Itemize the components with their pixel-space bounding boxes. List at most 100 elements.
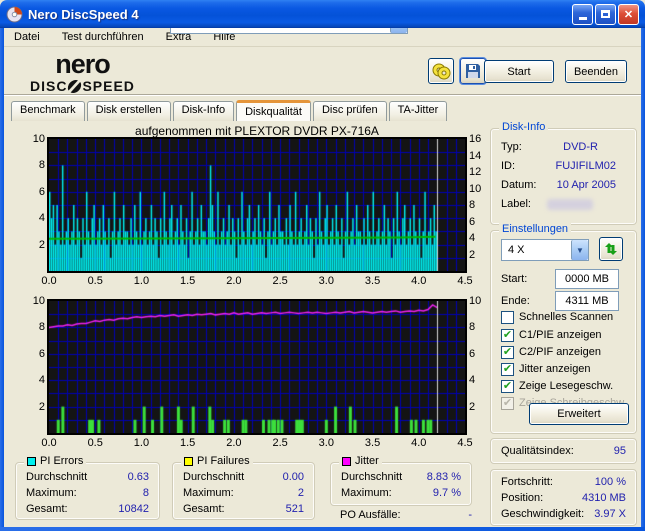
pi-errors-chart-canvas xyxy=(49,139,465,271)
axis-tick-label: 1.5 xyxy=(180,275,196,287)
stat-label: Durchschnitt xyxy=(26,471,88,483)
save-button[interactable] xyxy=(460,58,486,84)
axis-tick-label: 6 xyxy=(38,185,45,198)
stat-value: 0.63 xyxy=(127,471,149,483)
window-border-right xyxy=(641,28,645,531)
end-mb-field[interactable]: 4311 MB xyxy=(555,291,619,311)
logo-disc-left: DISC xyxy=(30,78,68,94)
axis-tick-label: 3.0 xyxy=(318,437,334,449)
axis-tick-label: 1.0 xyxy=(133,275,150,287)
axis-tick-label: 4.0 xyxy=(411,437,427,449)
start-mb-value: 0000 MB xyxy=(564,273,610,285)
tab-disk-erstellen[interactable]: Disk erstellen xyxy=(86,101,171,121)
advanced-button-label: Erweitert xyxy=(557,408,601,420)
tab-benchmark[interactable]: Benchmark xyxy=(11,101,85,121)
menu-datei[interactable]: Datei xyxy=(12,30,42,44)
close-icon: ✕ xyxy=(623,8,634,21)
checkbox-checked-icon[interactable]: ✔ xyxy=(501,328,514,342)
stat-value: 9.7 % xyxy=(432,487,461,499)
axis-tick-label: 4.5 xyxy=(457,275,473,287)
minimize-button[interactable] xyxy=(572,3,593,25)
axis-tick-label: 3.0 xyxy=(318,275,334,287)
end-mb-value: 4311 MB xyxy=(565,295,609,307)
progress-group: Fortschritt: 100 % Position: 4310 MB Gesch… xyxy=(490,469,637,526)
tab-ta-jitter[interactable]: TA-Jitter xyxy=(388,101,448,121)
tab-diskqualitaet[interactable]: Diskqualität xyxy=(236,100,311,121)
axis-tick-label: 3.5 xyxy=(364,437,381,449)
disc-info-button[interactable] xyxy=(428,58,454,84)
pi-errors-stats-title: PI Errors xyxy=(24,455,87,467)
maximize-icon xyxy=(601,10,610,18)
checkbox-checked-icon[interactable]: ✔ xyxy=(501,345,514,359)
settings-checkbox[interactable]: ✔ C2/PIF anzeigen xyxy=(501,345,601,359)
nero-logo: nero DISC SPEED xyxy=(30,51,135,94)
maximize-button[interactable] xyxy=(595,3,616,25)
jitter-title-text: Jitter xyxy=(355,455,379,467)
menu-test-durchfuehren[interactable]: Test durchführen xyxy=(60,30,146,44)
checkbox-unchecked-icon[interactable] xyxy=(501,310,514,324)
axis-tick-label: 3.5 xyxy=(364,275,381,287)
stat-label: Durchschnitt xyxy=(183,471,245,483)
pi-failures-stats-group: PI Failures Durchschnitt 0.00 Maximum: 2 G… xyxy=(172,455,315,520)
end-mb-label: Ende: xyxy=(501,295,530,307)
quit-button[interactable]: Beenden xyxy=(565,60,627,83)
stat-value: 8 xyxy=(142,487,149,499)
pi-failures-title-text: PI Failures xyxy=(197,455,250,467)
start-button[interactable]: Start xyxy=(484,60,554,83)
settings-checkbox[interactable]: ✔ C1/PIE anzeigen xyxy=(501,328,602,342)
axis-tick-label: 4 xyxy=(38,374,45,387)
disk-info-title: Disk-Info xyxy=(499,121,549,133)
disk-label-label: Label: xyxy=(501,198,531,210)
axis-tick-label: 2.0 xyxy=(226,437,242,449)
checkbox-label: C2/PIF anzeigen xyxy=(519,346,601,358)
jitter-chart-canvas xyxy=(49,301,465,433)
position-value: 4310 MB xyxy=(581,492,626,504)
checkbox-checked-icon: ✔ xyxy=(501,396,514,410)
stat-value: 8.83 % xyxy=(426,471,461,483)
refresh-button[interactable] xyxy=(599,237,623,261)
axis-tick-label: 8 xyxy=(38,321,45,334)
checkbox-label: Schnelles Scannen xyxy=(519,311,614,323)
disk-id-value: FUJIFILM02 xyxy=(555,160,616,172)
settings-checkbox[interactable]: ✔ Zeige Lesegeschw. xyxy=(501,379,613,393)
disk-date-value: 10 Apr 2005 xyxy=(556,179,616,191)
axis-tick-label: 10 xyxy=(32,295,45,307)
checkbox-label: Zeige Lesegeschw. xyxy=(519,380,614,392)
checkbox-checked-icon[interactable]: ✔ xyxy=(501,379,514,393)
tab-strip: Benchmark Disk erstellen Disk-Info Diskq… xyxy=(11,100,449,121)
tab-disc-pruefen[interactable]: Disc prüfen xyxy=(312,101,387,121)
settings-group: Einstellungen 4 X ▼ Start: 0000 MB Ende:… xyxy=(490,223,637,434)
save-floppy-icon xyxy=(466,64,480,78)
axis-tick-label: 1.5 xyxy=(180,437,196,449)
disk-label-redacted xyxy=(547,199,593,210)
progress-label: Fortschritt: xyxy=(501,476,553,488)
start-button-label: Start xyxy=(507,65,531,78)
axis-tick-label: 4.5 xyxy=(457,437,473,449)
axis-tick-label: 4 xyxy=(38,212,45,225)
axis-tick-label: 2 xyxy=(38,400,45,413)
chevron-down-icon[interactable]: ▼ xyxy=(571,240,588,260)
discspeed-logo-text: DISC SPEED xyxy=(30,79,135,93)
window-border-left xyxy=(0,28,4,531)
stat-label: Gesamt: xyxy=(183,503,225,515)
axis-tick-label: 10 xyxy=(32,133,45,145)
chart-header: aufgenommen mit PLEXTOR DVDR PX-716A xyxy=(135,124,379,138)
jitter-stats-title: Jitter xyxy=(339,455,382,467)
disk-id-label: ID: xyxy=(501,160,516,172)
tab-disk-info[interactable]: Disk-Info xyxy=(172,101,235,121)
axis-tick-label: 0.5 xyxy=(87,437,103,449)
quality-index-label: Qualitätsindex: xyxy=(501,445,574,457)
settings-checkbox[interactable]: Schnelles Scannen xyxy=(501,310,613,324)
speed-selector-value: 4 X xyxy=(508,244,525,256)
close-button[interactable]: ✕ xyxy=(618,3,639,25)
disk-type-label: Typ: xyxy=(501,141,522,153)
checkbox-checked-icon[interactable]: ✔ xyxy=(501,362,514,376)
advanced-button[interactable]: Erweitert xyxy=(529,403,629,425)
start-mb-field[interactable]: 0000 MB xyxy=(555,269,619,289)
speed-selector[interactable]: 4 X ▼ xyxy=(501,239,589,261)
settings-checkbox[interactable]: ✔ Jitter anzeigen xyxy=(501,362,591,376)
window-title: Nero DiscSpeed 4 xyxy=(28,6,139,22)
jitter-stats-group: Jitter Durchschnitt 8.83 % Maximum: 9.7 % xyxy=(330,455,472,506)
jitter-legend-icon xyxy=(342,456,351,466)
po-failures-value: - xyxy=(468,509,472,521)
